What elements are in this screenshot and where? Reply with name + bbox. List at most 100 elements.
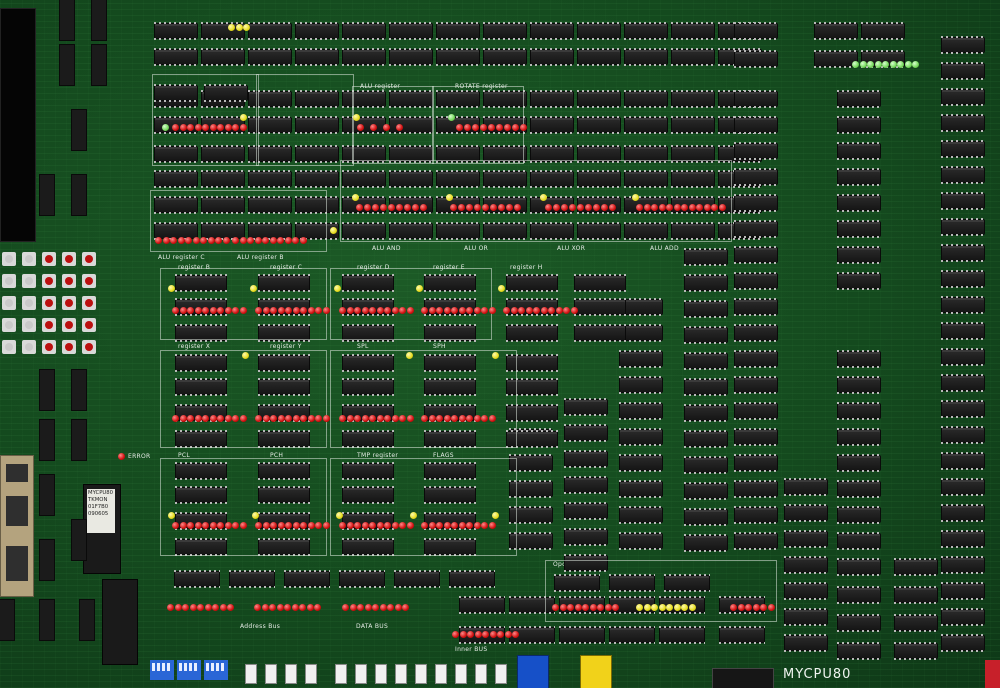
matrix-push-button[interactable] — [82, 340, 96, 354]
ic-chip-vertical — [0, 600, 14, 640]
matrix-push-button[interactable] — [82, 318, 96, 332]
matrix-push-button[interactable] — [2, 274, 16, 288]
led — [204, 604, 212, 611]
led — [224, 522, 232, 529]
dip-switch-3[interactable] — [204, 660, 228, 680]
ic-chip — [295, 116, 339, 134]
matrix-push-button[interactable] — [22, 340, 36, 354]
ic-chip — [577, 170, 621, 188]
led — [217, 307, 224, 314]
led — [561, 204, 568, 211]
led — [488, 415, 496, 422]
matrix-push-button[interactable] — [62, 296, 76, 310]
led — [399, 415, 406, 422]
ic-chip — [837, 142, 881, 160]
matrix-push-button[interactable] — [22, 274, 36, 288]
ic-chip — [389, 170, 433, 188]
toggle-switch[interactable] — [415, 664, 427, 684]
led — [270, 307, 277, 314]
toggle-switch[interactable] — [305, 664, 317, 684]
led — [285, 307, 292, 314]
led — [406, 522, 414, 529]
ic-chip — [564, 450, 608, 468]
matrix-push-button[interactable] — [42, 296, 56, 310]
matrix-push-button[interactable] — [82, 252, 96, 266]
label-register-y: register Y — [270, 343, 302, 350]
ic-chip — [577, 22, 621, 40]
matrix-push-button[interactable] — [82, 296, 96, 310]
matrix-push-button[interactable] — [42, 318, 56, 332]
matrix-push-button[interactable] — [42, 252, 56, 266]
ic-chip-vertical — [72, 420, 86, 460]
matrix-push-button[interactable] — [62, 274, 76, 288]
ic-chip — [175, 324, 227, 342]
matrix-push-button[interactable] — [62, 340, 76, 354]
ic-chip — [684, 482, 728, 500]
toggle-switch[interactable] — [475, 664, 487, 684]
ic-chip — [894, 614, 938, 632]
ic-chip — [837, 402, 881, 420]
toggle-switch[interactable] — [245, 664, 257, 684]
yellow-push-button[interactable] — [580, 655, 612, 688]
dip-switch-2[interactable] — [177, 660, 201, 680]
led — [300, 522, 307, 529]
matrix-push-button[interactable] — [82, 274, 96, 288]
ic-chip-vertical — [72, 370, 86, 410]
matrix-push-button[interactable] — [2, 340, 16, 354]
led — [172, 307, 179, 314]
ic-chip — [201, 48, 245, 66]
ic-chip — [258, 430, 310, 448]
matrix-push-button[interactable] — [2, 252, 16, 266]
toggle-switch[interactable] — [335, 664, 347, 684]
ic-chip — [619, 402, 663, 420]
matrix-push-button[interactable] — [22, 318, 36, 332]
ic-chip — [459, 596, 505, 614]
ic-chip — [436, 22, 480, 40]
ic-chip — [295, 22, 339, 40]
matrix-push-button[interactable] — [2, 296, 16, 310]
led — [179, 124, 187, 131]
ic-chip — [204, 84, 248, 102]
toggle-switch[interactable] — [285, 664, 297, 684]
matrix-push-button[interactable] — [42, 274, 56, 288]
ic-chip — [564, 424, 608, 442]
led-indicator — [406, 352, 413, 359]
led — [601, 204, 608, 211]
matrix-push-button[interactable] — [62, 252, 76, 266]
led — [369, 307, 376, 314]
led — [339, 307, 346, 314]
toggle-switch[interactable] — [495, 664, 507, 684]
dip-switch-1[interactable] — [150, 660, 174, 680]
led — [604, 604, 612, 611]
ic-chip — [609, 626, 655, 644]
led — [227, 604, 234, 611]
ic-chip-vertical — [60, 45, 74, 85]
led — [197, 604, 204, 611]
ic-chip — [175, 486, 227, 504]
ic-chip — [784, 504, 828, 522]
toggle-switch[interactable] — [265, 664, 277, 684]
blue-push-button[interactable] — [517, 655, 549, 688]
ic-chip — [941, 62, 985, 80]
toggle-switch[interactable] — [455, 664, 467, 684]
ic-chip-vertical — [92, 45, 106, 85]
matrix-push-button[interactable] — [42, 340, 56, 354]
led — [346, 415, 354, 422]
ribbon-connector — [712, 668, 774, 688]
led — [307, 307, 315, 314]
toggle-switch[interactable] — [395, 664, 407, 684]
label-register-h: register H — [510, 264, 543, 271]
toggle-switch[interactable] — [375, 664, 387, 684]
led — [490, 204, 497, 211]
matrix-push-button[interactable] — [2, 318, 16, 332]
led — [189, 604, 197, 611]
toggle-switch[interactable] — [435, 664, 447, 684]
led — [752, 604, 760, 611]
matrix-push-button[interactable] — [62, 318, 76, 332]
ic-chip — [483, 145, 527, 163]
matrix-push-button[interactable] — [22, 252, 36, 266]
matrix-push-button[interactable] — [22, 296, 36, 310]
ic-chip — [734, 194, 778, 212]
label-alu-and: ALU AND — [372, 245, 401, 252]
toggle-switch[interactable] — [355, 664, 367, 684]
